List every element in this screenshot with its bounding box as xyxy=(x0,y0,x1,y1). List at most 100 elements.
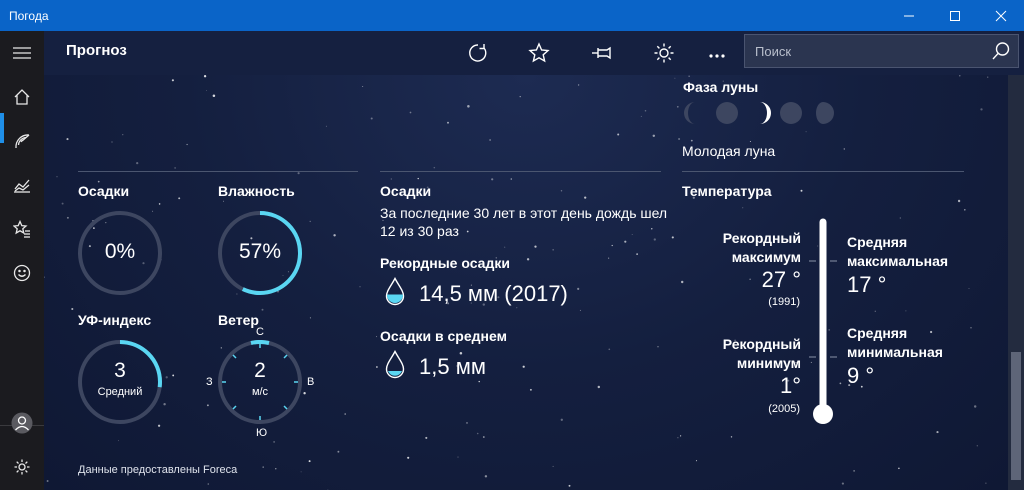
star-dot xyxy=(671,236,674,239)
search-box[interactable] xyxy=(744,34,1019,68)
uv-index-level: Средний xyxy=(97,386,143,398)
star-dot xyxy=(273,441,275,443)
command-bar: Прогноз xyxy=(44,31,1024,75)
star-dot xyxy=(66,138,69,141)
star-dot xyxy=(337,450,340,453)
star-dot xyxy=(300,471,302,473)
star-dot xyxy=(466,230,469,233)
avg-min-value: 9 ° xyxy=(847,363,875,388)
star-dot xyxy=(390,178,392,180)
nav-item-historical[interactable] xyxy=(0,163,44,207)
pin-button[interactable] xyxy=(586,37,618,69)
star-dot xyxy=(534,245,537,248)
star-dot xyxy=(409,111,412,114)
nav-item-maps[interactable] xyxy=(0,119,44,163)
star-dot xyxy=(695,460,698,462)
star-dot xyxy=(560,190,563,192)
star-dot xyxy=(929,330,933,334)
star-dot xyxy=(957,199,961,203)
scrollbar-thumb[interactable] xyxy=(1011,352,1021,480)
star-dot xyxy=(579,309,581,311)
uv-index-value: 3 xyxy=(114,359,126,382)
star-dot xyxy=(874,310,876,312)
star-dot xyxy=(617,133,620,136)
star-dot xyxy=(308,460,311,463)
star-dot xyxy=(841,482,844,485)
star-dot xyxy=(407,456,410,459)
favorite-button[interactable] xyxy=(523,37,555,69)
star-dot xyxy=(447,121,449,124)
star-dot xyxy=(657,346,659,348)
star-dot xyxy=(552,465,554,467)
refresh-button[interactable] xyxy=(462,37,494,69)
moon-phase-label: Молодая луна xyxy=(682,143,776,159)
star-dot xyxy=(964,209,966,211)
star-dot xyxy=(985,482,987,484)
home-icon xyxy=(14,89,30,105)
settings-button[interactable] xyxy=(0,445,44,489)
star-dot xyxy=(425,436,428,439)
star-dot xyxy=(262,466,264,468)
hamburger-menu-button[interactable] xyxy=(0,31,44,75)
wind-speed-unit: м/с xyxy=(251,386,269,398)
star-dot xyxy=(652,134,656,138)
record-precip-value: 14,5 мм (2017) xyxy=(419,281,568,306)
moon-phase-waxing-crescent-icon xyxy=(760,102,771,124)
star-dot xyxy=(805,131,807,133)
star-dot xyxy=(203,75,207,78)
star-dot xyxy=(344,413,347,415)
record-max-year: (1991) xyxy=(768,296,800,308)
account-button[interactable] xyxy=(0,401,44,445)
star-dot xyxy=(207,483,210,485)
wind-speed-value: 2 xyxy=(254,359,266,382)
precip-history-text-line1: За последние 30 лет в этот день дождь ше… xyxy=(380,205,668,221)
thermometer-scale xyxy=(809,218,837,424)
star-dot xyxy=(482,436,485,438)
window-title: Погода xyxy=(9,8,49,23)
search-button[interactable] xyxy=(984,35,1018,67)
nav-item-life[interactable] xyxy=(0,251,44,295)
star-dot xyxy=(44,276,45,279)
star-dot xyxy=(362,85,364,87)
star-dot xyxy=(157,424,161,427)
wind-heading: Ветер xyxy=(218,312,259,328)
units-button[interactable] xyxy=(648,37,680,69)
more-button[interactable] xyxy=(701,37,733,69)
star-dot xyxy=(206,404,209,407)
star-dot xyxy=(577,287,580,290)
star-dot xyxy=(476,432,479,435)
star-dot xyxy=(417,177,419,180)
minimize-button[interactable] xyxy=(886,0,932,31)
sun-icon xyxy=(654,43,674,63)
star-dot xyxy=(212,94,216,98)
star-dot xyxy=(936,431,939,434)
star-dot xyxy=(510,178,513,180)
chart-icon xyxy=(14,179,30,193)
star-dot xyxy=(261,308,264,311)
moon-phase-new-moon-icon xyxy=(716,102,738,124)
star-dot xyxy=(624,240,627,243)
nav-item-forecast[interactable] xyxy=(0,75,44,119)
star-dot xyxy=(370,117,373,120)
star-dot xyxy=(174,167,176,169)
star-dot xyxy=(376,336,378,338)
moon-phases xyxy=(684,102,834,124)
uv-index-heading: УФ-индекс xyxy=(78,312,152,328)
star-dot xyxy=(504,246,506,248)
search-icon xyxy=(992,42,1010,60)
record-min-label-line1: Рекордный xyxy=(722,336,801,352)
star-dot xyxy=(178,197,181,200)
star-dot xyxy=(457,456,459,458)
avg-precip-value: 1,5 мм xyxy=(419,354,486,379)
star-dot xyxy=(980,108,983,111)
star-dot xyxy=(376,366,378,368)
raindrop-icon xyxy=(385,350,405,379)
search-input[interactable] xyxy=(745,43,984,59)
nav-item-favorites[interactable] xyxy=(0,207,44,251)
maximize-button[interactable] xyxy=(932,0,978,31)
star-dot xyxy=(433,166,436,169)
record-max-label-line1: Рекордный xyxy=(722,230,801,246)
forecast-details-panel: Фаза луны Молодая луна Осадки Влажность … xyxy=(44,75,1008,490)
close-button[interactable] xyxy=(978,0,1024,31)
star-dot xyxy=(899,217,901,219)
